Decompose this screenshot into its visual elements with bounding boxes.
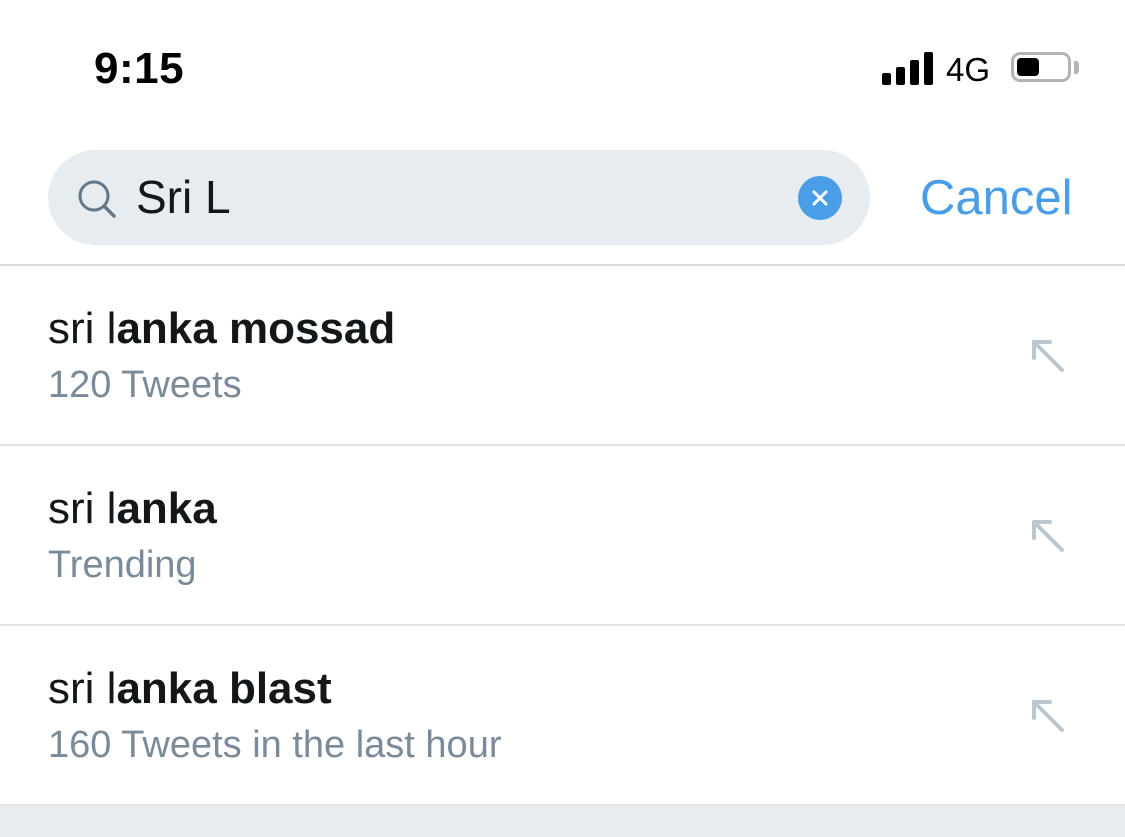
suggestion-completion-text: anka [116,484,217,533]
cellular-signal-icon [882,52,934,85]
network-type: 4G [946,51,991,88]
search-input[interactable] [136,164,776,230]
fill-query-arrow-icon[interactable] [1028,336,1068,376]
suggestion-row[interactable]: sri lanka mossad 120 Tweets [0,266,1125,446]
suggestion-title: sri lanka mossad [48,304,395,354]
suggestion-completion-text: anka mossad [116,304,396,353]
suggestion-meta: 160 Tweets in the last hour [48,724,502,766]
suggestion-title: sri lanka blast [48,664,332,714]
suggestion-typed-text: sri l [48,484,117,533]
battery-level [1017,58,1039,76]
suggestion-meta: Trending [48,544,197,586]
suggestion-typed-text: sri l [48,664,117,713]
status-time: 9:15 [94,44,185,93]
battery-icon [1011,52,1071,82]
fill-query-arrow-icon[interactable] [1028,516,1068,556]
status-bar: 9:15 4G [0,0,1125,130]
search-bar[interactable] [48,150,870,245]
search-suggestions-list: sri lanka mossad 120 Tweets sri lanka Tr… [0,266,1125,806]
suggestion-completion-text: anka blast [116,664,332,713]
suggestion-typed-text: sri l [48,304,117,353]
suggestion-title: sri lanka [48,484,217,534]
cancel-button[interactable]: Cancel [920,170,1073,226]
suggestion-meta: 120 Tweets [48,364,242,406]
keyboard-top-edge [0,806,1125,837]
clear-icon [812,190,828,206]
battery-cap [1074,61,1079,74]
suggestion-row[interactable]: sri lanka blast 160 Tweets in the last h… [0,626,1125,806]
fill-query-arrow-icon[interactable] [1028,696,1068,736]
suggestion-row[interactable]: sri lanka Trending [0,446,1125,626]
clear-search-button[interactable] [798,176,842,220]
search-icon [78,180,116,218]
